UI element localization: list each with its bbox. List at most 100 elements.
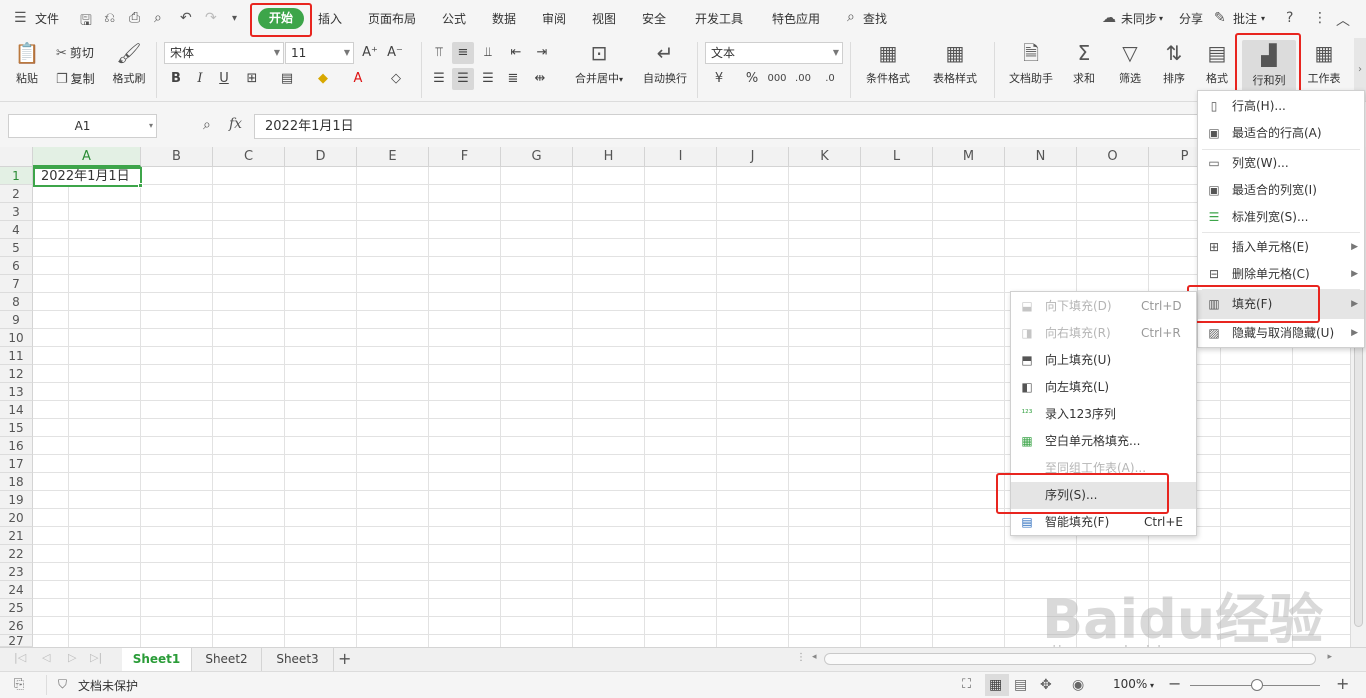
paste-button[interactable]: 📋 粘贴 bbox=[10, 40, 44, 86]
wrap-text-button[interactable]: ↵ 自动换行 bbox=[638, 40, 692, 86]
copy-button[interactable]: ❐ 复制 bbox=[56, 70, 95, 87]
protect-status[interactable]: 文档未保护 bbox=[78, 677, 138, 694]
row-header-20[interactable]: 20 bbox=[0, 509, 33, 527]
help-icon[interactable]: ? bbox=[1286, 10, 1293, 26]
print-icon[interactable]: ⎙ bbox=[129, 10, 140, 26]
column-header-e[interactable]: E bbox=[357, 147, 429, 167]
row-header-16[interactable]: 16 bbox=[0, 437, 33, 455]
file-menu[interactable]: 文件 bbox=[35, 10, 59, 27]
zoom-out-icon[interactable]: − bbox=[1168, 674, 1181, 693]
sync-dropdown-icon[interactable]: ▾ bbox=[1159, 14, 1163, 23]
search-button[interactable]: 查找 bbox=[863, 10, 887, 27]
thousands-icon[interactable]: 000 bbox=[766, 68, 788, 90]
row-header-14[interactable]: 14 bbox=[0, 401, 33, 419]
font-color-icon[interactable]: A bbox=[347, 68, 369, 90]
row-header-19[interactable]: 19 bbox=[0, 491, 33, 509]
menu-item-input-123-series[interactable]: ¹²³ 录入123序列 bbox=[1011, 401, 1196, 428]
fill-pattern-icon[interactable]: ▤ bbox=[276, 68, 298, 90]
currency-icon[interactable]: ¥ bbox=[708, 68, 730, 90]
row-header-22[interactable]: 22 bbox=[0, 545, 33, 563]
bold-icon[interactable]: B bbox=[165, 68, 187, 90]
fill-handle[interactable] bbox=[138, 183, 143, 188]
menu-item-fill-blank-cells[interactable]: ▦ 空白单元格填充... bbox=[1011, 428, 1196, 455]
menu-item-row-height[interactable]: ▯ 行高(H)... bbox=[1198, 93, 1364, 120]
tab-data[interactable]: 数据 bbox=[492, 10, 516, 27]
share-button[interactable]: 分享 bbox=[1179, 10, 1203, 27]
menu-item-insert-cells[interactable]: ⊞ 插入单元格(E) ▶ bbox=[1198, 234, 1364, 261]
hamburger-icon[interactable]: ☰ bbox=[14, 10, 27, 26]
redo-icon[interactable]: ↷ bbox=[205, 10, 217, 26]
normal-view-icon[interactable]: ▦ bbox=[989, 677, 1002, 693]
horizontal-scroll-thumb[interactable] bbox=[824, 653, 1316, 665]
column-header-f[interactable]: F bbox=[429, 147, 501, 167]
format-button[interactable]: ▤ 格式 bbox=[1200, 40, 1234, 86]
tab-security[interactable]: 安全 bbox=[642, 10, 666, 27]
prev-sheet-icon[interactable]: ◁ bbox=[42, 651, 50, 664]
row-header-1[interactable]: 1 bbox=[0, 167, 33, 185]
zoom-icon[interactable]: ⌕ bbox=[203, 117, 211, 133]
print-preview-icon[interactable]: ⌕ bbox=[154, 10, 162, 26]
fill-color-icon[interactable]: ◆ bbox=[312, 68, 334, 90]
increase-font-icon[interactable]: A⁺ bbox=[359, 42, 381, 64]
row-header-10[interactable]: 10 bbox=[0, 329, 33, 347]
column-header-m[interactable]: M bbox=[933, 147, 1005, 167]
row-header-3[interactable]: 3 bbox=[0, 203, 33, 221]
export-icon[interactable]: ⎌ bbox=[104, 10, 115, 26]
more-icon[interactable]: ⋮ bbox=[1313, 10, 1327, 26]
italic-icon[interactable]: I bbox=[189, 68, 211, 90]
row-header-4[interactable]: 4 bbox=[0, 221, 33, 239]
underline-icon[interactable]: U bbox=[213, 68, 235, 90]
zoom-slider-thumb[interactable] bbox=[1251, 679, 1263, 691]
sheet-tab-sheet2[interactable]: Sheet2 bbox=[192, 648, 262, 671]
menu-item-autofit-row[interactable]: ▣ 最适合的行高(A) bbox=[1198, 120, 1364, 147]
row-header-27[interactable]: 27 bbox=[0, 635, 33, 647]
eye-protection-icon[interactable]: ◉ bbox=[1072, 677, 1084, 693]
fx-icon[interactable]: fx bbox=[229, 116, 242, 132]
tab-insert[interactable]: 插入 bbox=[318, 10, 342, 27]
tab-view[interactable]: 视图 bbox=[592, 10, 616, 27]
collapse-ribbon-icon[interactable]: ︿ bbox=[1336, 10, 1350, 30]
comment-dropdown-icon[interactable]: ▾ bbox=[1261, 14, 1265, 23]
distribute-icon[interactable]: ⇹ bbox=[529, 68, 551, 90]
column-header-o[interactable]: O bbox=[1077, 147, 1149, 167]
align-bottom-icon[interactable]: ⫫ bbox=[477, 42, 499, 64]
row-header-17[interactable]: 17 bbox=[0, 455, 33, 473]
percent-icon[interactable]: % bbox=[741, 68, 763, 90]
menu-item-hide-unhide[interactable]: ▨ 隐藏与取消隐藏(U) ▶ bbox=[1198, 320, 1364, 347]
row-header-2[interactable]: 2 bbox=[0, 185, 33, 203]
column-header-j[interactable]: J bbox=[717, 147, 789, 167]
menu-item-delete-cells[interactable]: ⊟ 删除单元格(C) ▶ bbox=[1198, 261, 1364, 288]
align-left-icon[interactable]: ☰ bbox=[428, 68, 450, 90]
next-sheet-icon[interactable]: ▷ bbox=[68, 651, 76, 664]
row-header-9[interactable]: 9 bbox=[0, 311, 33, 329]
align-top-icon[interactable]: ⫪ bbox=[428, 42, 450, 64]
sync-status[interactable]: 未同步 bbox=[1121, 10, 1157, 27]
page-view-icon[interactable]: ▤ bbox=[1014, 677, 1027, 693]
tab-page-layout[interactable]: 页面布局 bbox=[368, 10, 416, 27]
row-header-6[interactable]: 6 bbox=[0, 257, 33, 275]
sheet-tab-sheet3[interactable]: Sheet3 bbox=[262, 648, 334, 671]
menu-item-standard-width[interactable]: ☰ 标准列宽(S)... bbox=[1198, 204, 1364, 231]
quick-access-dropdown-icon[interactable]: ▾ bbox=[232, 13, 237, 24]
cut-button[interactable]: ✂ 剪切 bbox=[56, 44, 94, 61]
scroll-right-icon[interactable]: ▸ bbox=[1327, 652, 1332, 662]
row-header-25[interactable]: 25 bbox=[0, 599, 33, 617]
menu-item-fill-left[interactable]: ◧ 向左填充(L) bbox=[1011, 374, 1196, 401]
tab-special[interactable]: 特色应用 bbox=[772, 10, 820, 27]
comment-icon[interactable]: ✎ bbox=[1214, 10, 1226, 26]
column-header-b[interactable]: B bbox=[141, 147, 213, 167]
tab-developer[interactable]: 开发工具 bbox=[695, 10, 743, 27]
row-header-21[interactable]: 21 bbox=[0, 527, 33, 545]
row-header-26[interactable]: 26 bbox=[0, 617, 33, 635]
page-break-view-icon[interactable]: ✥ bbox=[1040, 677, 1052, 693]
row-header-5[interactable]: 5 bbox=[0, 239, 33, 257]
increase-decimal-icon[interactable]: .00 bbox=[792, 68, 814, 90]
undo-icon[interactable]: ↶ bbox=[180, 10, 192, 26]
decrease-decimal-icon[interactable]: .0 bbox=[819, 68, 841, 90]
column-header-g[interactable]: G bbox=[501, 147, 573, 167]
indent-decrease-icon[interactable]: ⇤ bbox=[505, 42, 527, 64]
column-header-a[interactable]: A bbox=[33, 147, 141, 167]
doc-assistant-button[interactable]: 🗎 文档助手 bbox=[1004, 40, 1058, 86]
row-header-24[interactable]: 24 bbox=[0, 581, 33, 599]
align-center-icon[interactable]: ☰ bbox=[452, 68, 474, 90]
